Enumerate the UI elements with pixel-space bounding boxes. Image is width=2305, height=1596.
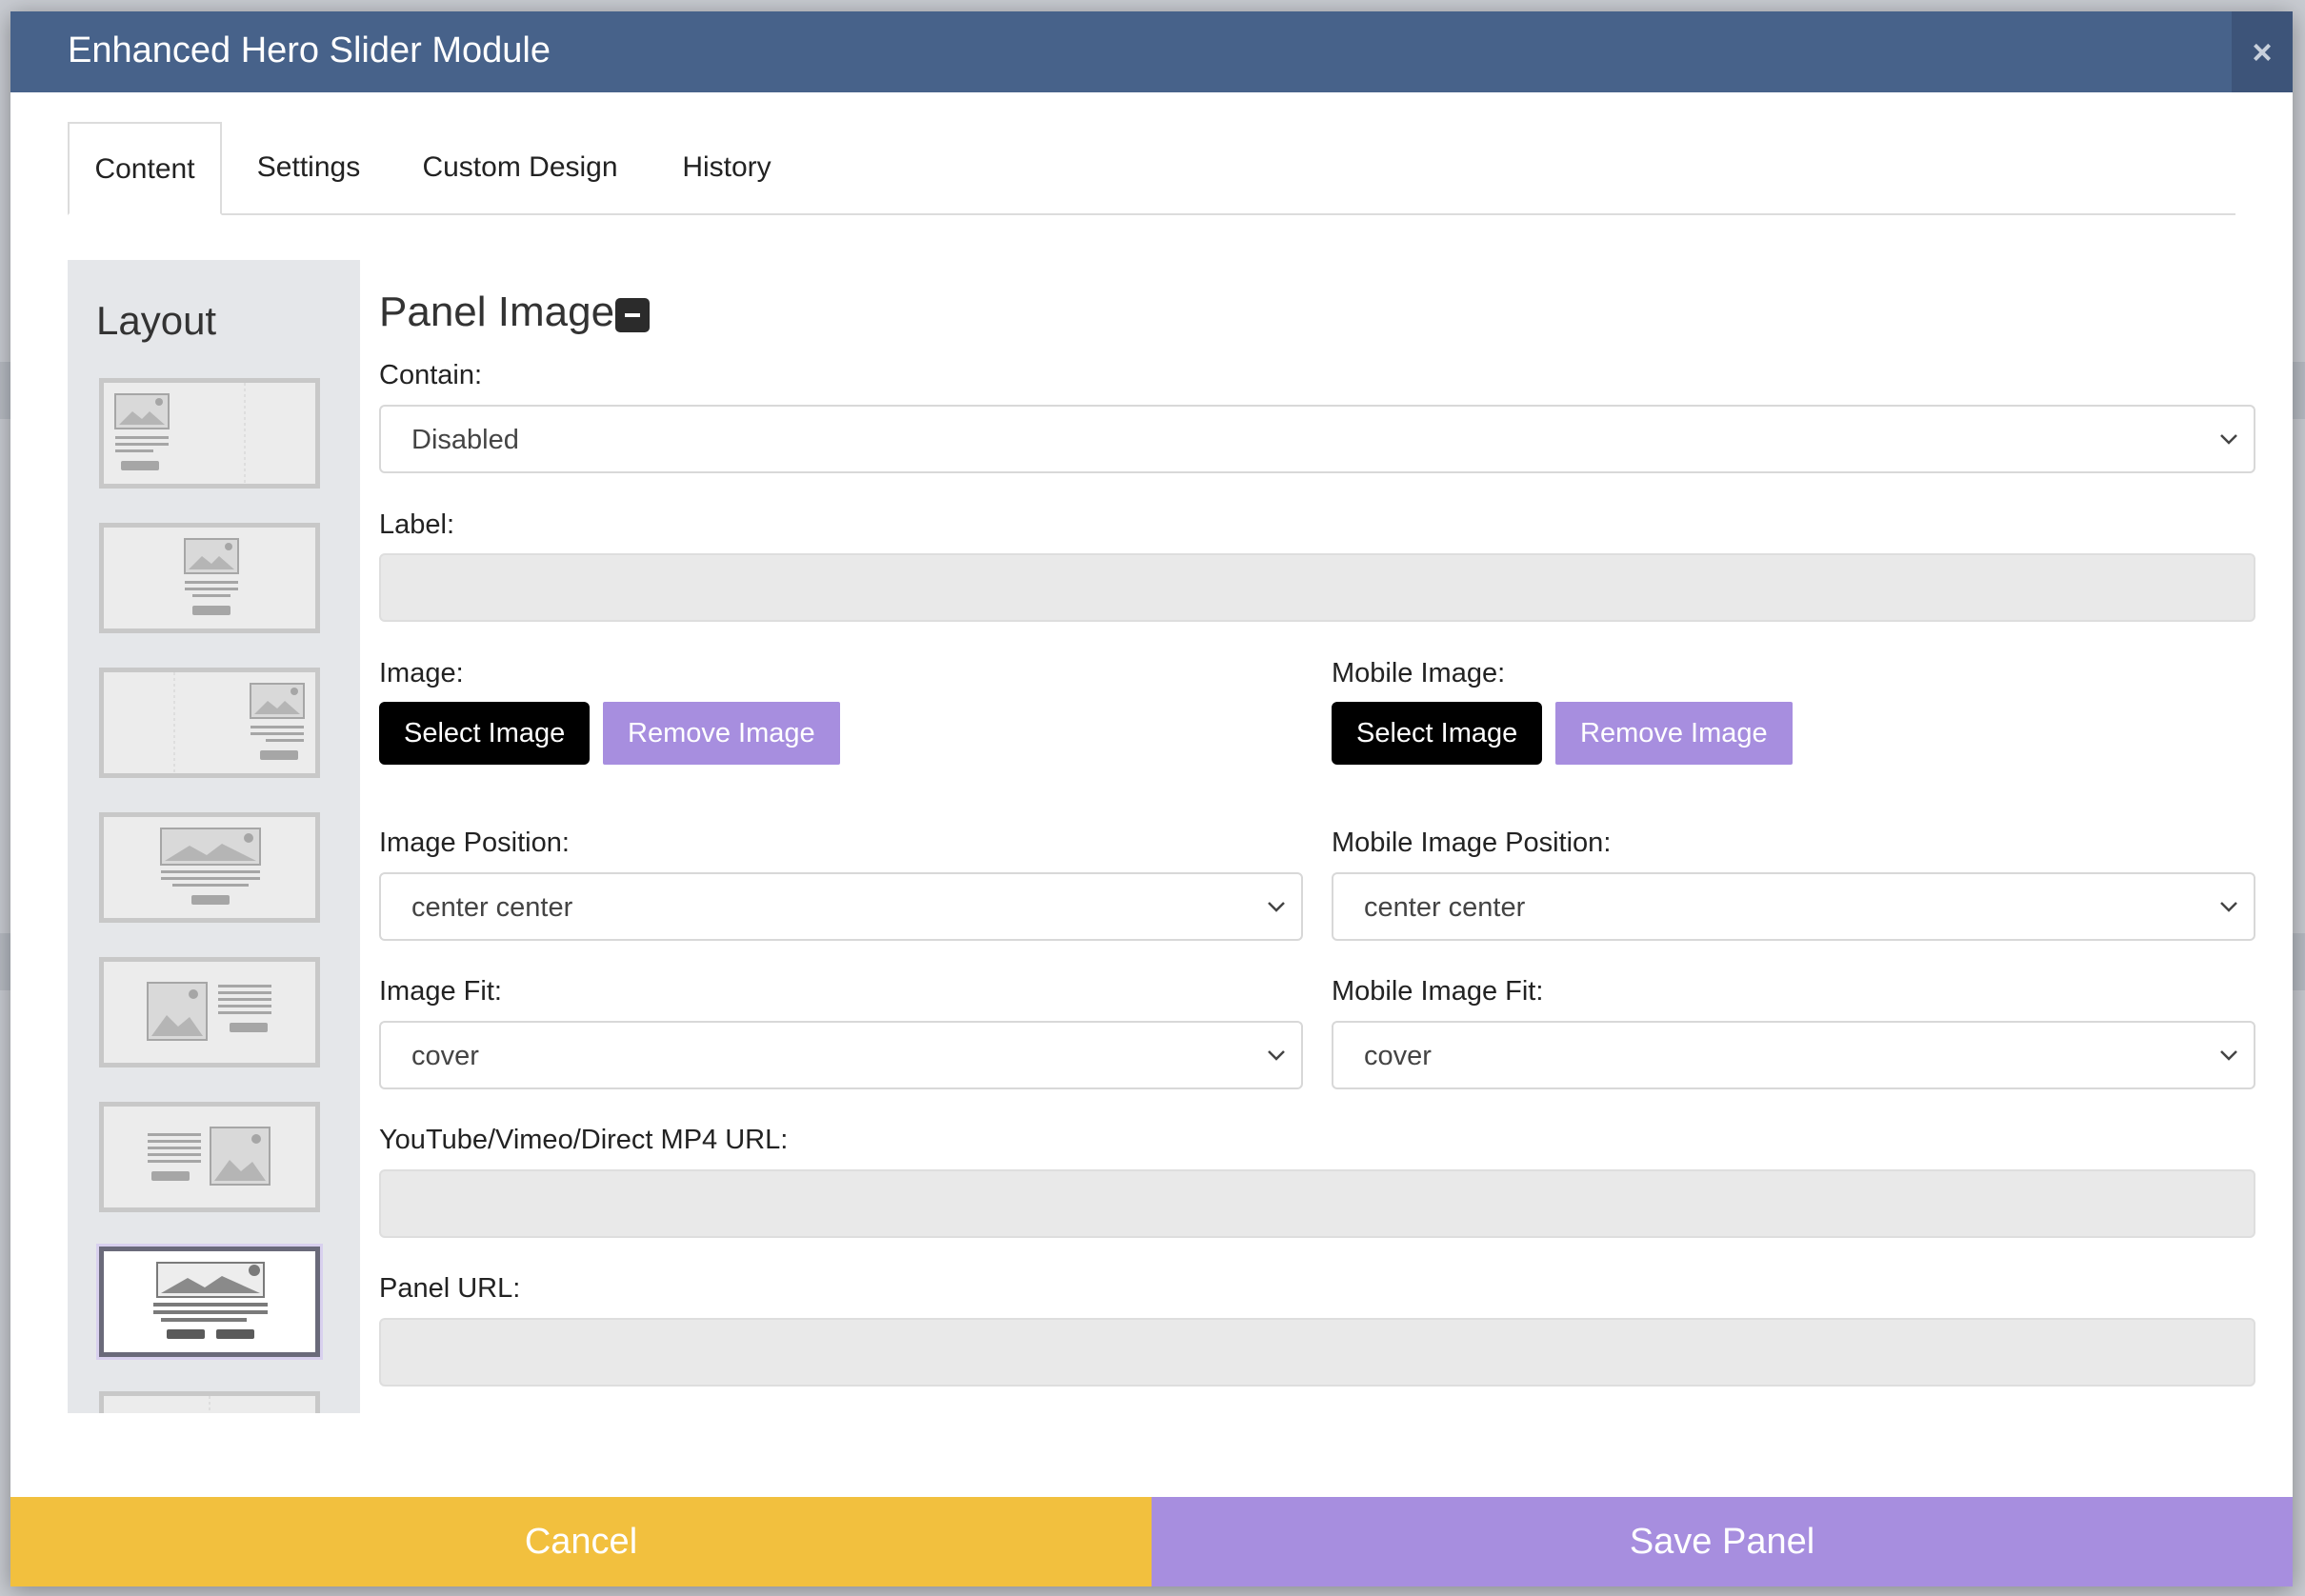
layout-option-wide-image-text-center[interactable]: [99, 812, 320, 923]
save-panel-button[interactable]: Save Panel: [1152, 1497, 2293, 1586]
image-label: Image:: [379, 658, 464, 688]
chevron-down-icon: [2220, 1050, 2237, 1061]
image-fit-value: cover: [411, 1041, 479, 1071]
tab-settings[interactable]: Settings: [237, 122, 380, 213]
collapse-icon[interactable]: [615, 298, 650, 332]
select-mobile-image-button[interactable]: Select Image: [1332, 702, 1543, 765]
chevron-down-icon: [1268, 1050, 1285, 1061]
layout-option-image-left-text-right[interactable]: [99, 957, 320, 1067]
layout-option-split-columns[interactable]: [99, 1391, 320, 1413]
video-url-label: YouTube/Vimeo/Direct MP4 URL:: [379, 1125, 789, 1155]
image-position-value: center center: [411, 892, 573, 923]
layout-thumbnail-icon: [114, 383, 246, 484]
title-bar: Enhanced Hero Slider Module ×: [10, 11, 2293, 92]
layout-thumbnail-icon: [147, 982, 271, 1041]
mobile-image-position-value: center center: [1364, 892, 1526, 923]
mobile-image-label: Mobile Image:: [1332, 658, 1506, 688]
layout-option-image-text-left[interactable]: [99, 378, 320, 489]
modal-title: Enhanced Hero Slider Module: [68, 30, 551, 70]
layout-thumbnail-icon: [160, 828, 261, 905]
layout-sidebar: Layout: [68, 260, 360, 1413]
layout-title: Layout: [96, 298, 217, 343]
modal-dialog: Enhanced Hero Slider Module × Content Se…: [10, 11, 2293, 1586]
mobile-image-fit-value: cover: [1364, 1041, 1432, 1071]
panel-url-label: Panel URL:: [379, 1273, 521, 1304]
remove-mobile-image-button[interactable]: Remove Image: [1555, 702, 1793, 765]
image-fit-label: Image Fit:: [379, 976, 502, 1007]
video-url-input[interactable]: [379, 1169, 2255, 1238]
tab-bar: Content Settings Custom Design History: [68, 122, 2235, 215]
cancel-button[interactable]: Cancel: [10, 1497, 1152, 1586]
mobile-image-position-select[interactable]: center center: [1332, 872, 2255, 941]
image-fit-select[interactable]: cover: [379, 1021, 1303, 1089]
layout-thumbnail-icon: [148, 1127, 271, 1186]
image-position-select[interactable]: center center: [379, 872, 1303, 941]
remove-image-button[interactable]: Remove Image: [603, 702, 840, 765]
layout-option-image-text-center[interactable]: [99, 523, 320, 633]
layout-thumbnail-icon: [184, 538, 239, 615]
label-field-label: Label:: [379, 509, 455, 540]
layout-thumbnail-icon: [173, 672, 305, 773]
layout-option-wide-image-two-buttons[interactable]: [99, 1247, 320, 1357]
chevron-down-icon: [2220, 434, 2237, 445]
image-position-label: Image Position:: [379, 828, 570, 858]
close-button[interactable]: ×: [2232, 11, 2293, 92]
label-input[interactable]: [379, 553, 2255, 622]
contain-value: Disabled: [411, 425, 519, 455]
mobile-image-fit-label: Mobile Image Fit:: [1332, 976, 1544, 1007]
layout-thumbnail-icon: [209, 1396, 210, 1413]
select-image-button[interactable]: Select Image: [379, 702, 591, 765]
tab-content[interactable]: Content: [68, 122, 222, 215]
contain-select[interactable]: Disabled: [379, 405, 2255, 473]
chevron-down-icon: [2220, 902, 2237, 912]
panel-url-input[interactable]: [379, 1318, 2255, 1387]
tab-custom-design[interactable]: Custom Design: [401, 122, 639, 213]
contain-label: Contain:: [379, 360, 483, 390]
section-title: Panel Image: [379, 289, 615, 335]
close-icon: ×: [2252, 31, 2273, 71]
chevron-down-icon: [1268, 902, 1285, 912]
tab-history[interactable]: History: [656, 122, 797, 213]
layout-option-text-left-image-right[interactable]: [99, 1102, 320, 1212]
layout-option-image-text-right[interactable]: [99, 668, 320, 778]
mobile-image-position-label: Mobile Image Position:: [1332, 828, 1612, 858]
footer-bar: Cancel Save Panel: [10, 1497, 2293, 1586]
layout-thumbnail-icon: [153, 1262, 268, 1339]
mobile-image-fit-select[interactable]: cover: [1332, 1021, 2255, 1089]
